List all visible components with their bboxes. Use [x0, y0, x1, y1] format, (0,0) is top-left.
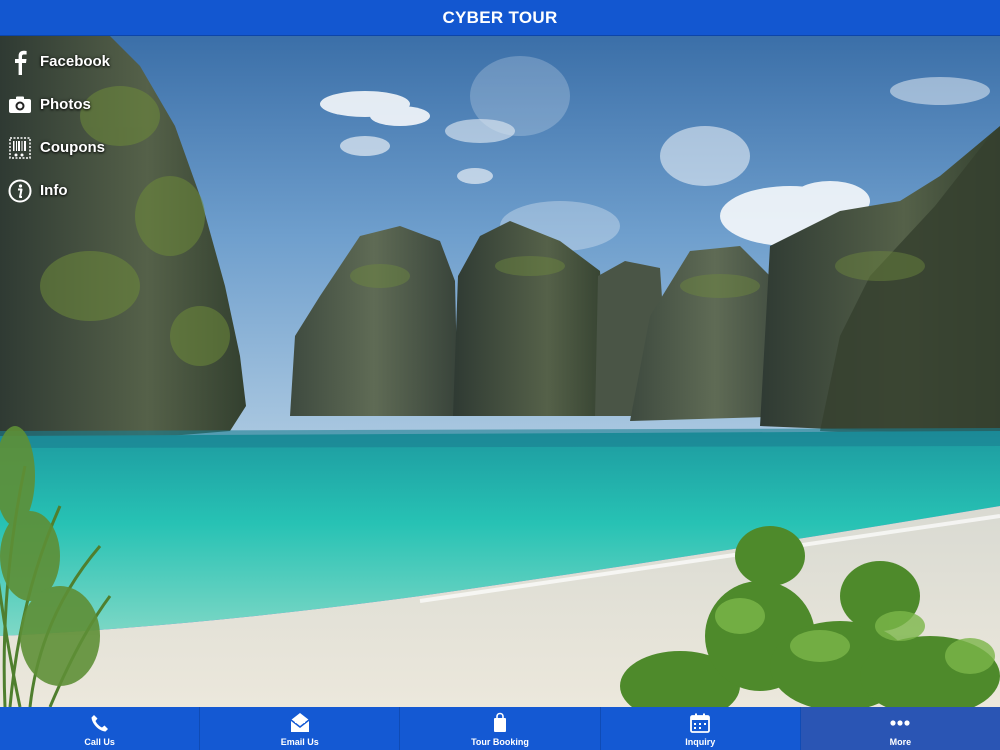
- envelope-icon: [289, 711, 311, 735]
- side-menu: Facebook Photos Coupons Info: [0, 40, 110, 212]
- tab-label: Email Us: [280, 737, 319, 747]
- camera-icon: [8, 93, 32, 117]
- side-menu-item-coupons[interactable]: Coupons: [0, 126, 110, 169]
- bottom-tab-bar: Call Us Email Us Tour Booking Inquiry Mo…: [0, 707, 1000, 750]
- beach-landscape-illustration: [0, 36, 1000, 707]
- side-menu-label: Facebook: [40, 53, 111, 70]
- side-menu-item-info[interactable]: Info: [0, 169, 110, 212]
- tab-email-us[interactable]: Email Us: [200, 707, 401, 750]
- calendar-icon: [689, 711, 711, 735]
- tab-label: Inquiry: [685, 737, 716, 747]
- tab-label: Tour Booking: [471, 737, 529, 747]
- side-menu-label: Photos: [40, 96, 91, 113]
- phone-icon: [89, 711, 111, 735]
- tab-more[interactable]: More: [800, 707, 1000, 750]
- side-menu-label: Info: [40, 182, 68, 199]
- info-icon: [8, 179, 32, 203]
- side-menu-item-facebook[interactable]: Facebook: [0, 40, 110, 83]
- tab-tour-booking[interactable]: Tour Booking: [400, 707, 601, 750]
- tab-label: Call Us: [84, 737, 115, 747]
- facebook-icon: [8, 50, 32, 75]
- tab-label: More: [889, 737, 912, 747]
- side-menu-item-photos[interactable]: Photos: [0, 83, 110, 126]
- background-image-beach: [0, 36, 1000, 707]
- shopping-bag-icon: [491, 711, 509, 735]
- side-menu-label: Coupons: [40, 139, 105, 156]
- tab-inquiry[interactable]: Inquiry: [601, 707, 801, 750]
- app-title: CYBER TOUR: [442, 7, 558, 27]
- more-dots-icon: [889, 711, 911, 735]
- tab-call-us[interactable]: Call Us: [0, 707, 201, 750]
- barcode-scissors-icon: [8, 136, 32, 160]
- app-header: CYBER TOUR: [0, 0, 1000, 36]
